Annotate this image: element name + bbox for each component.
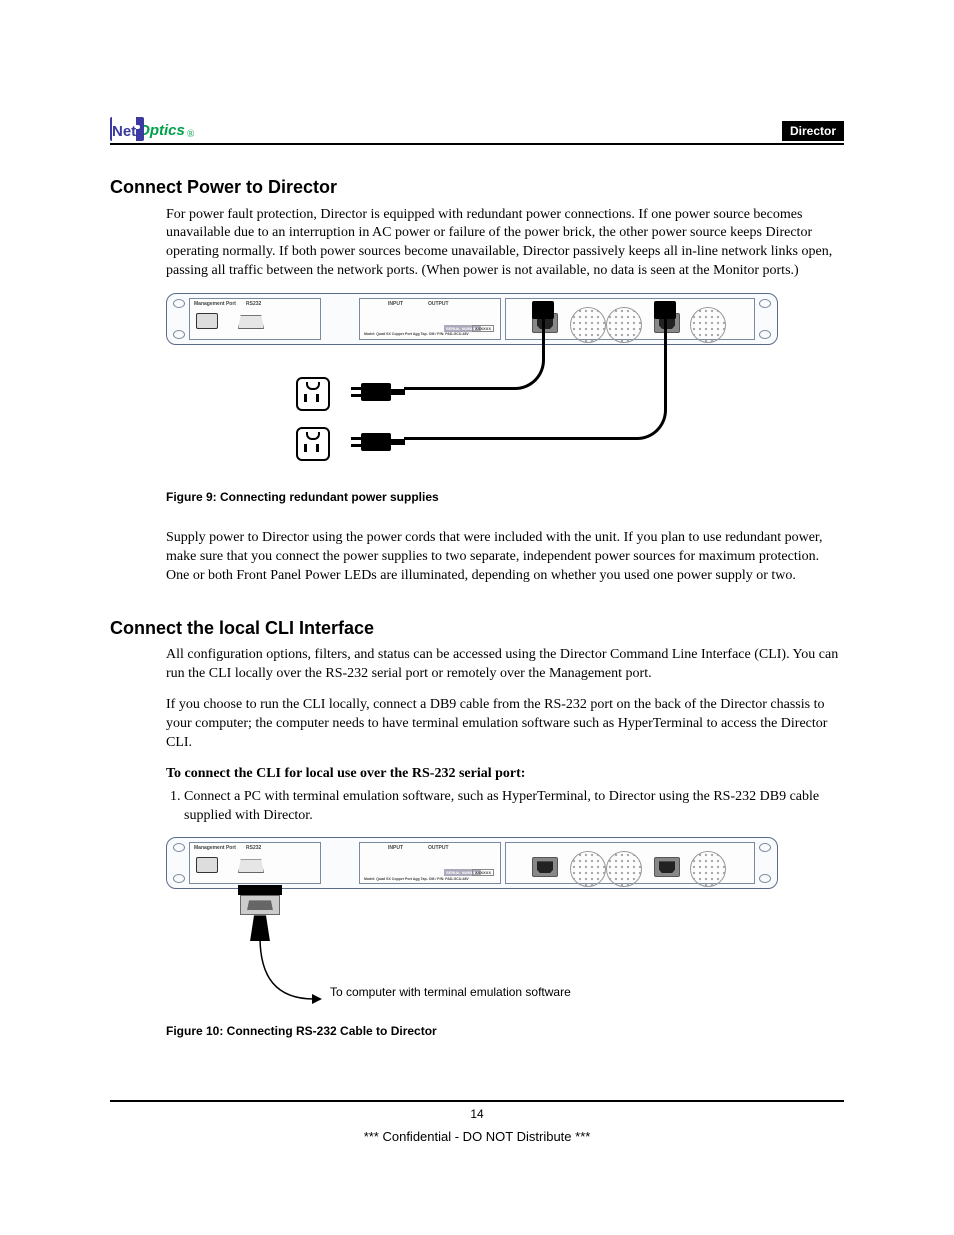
db9-port-icon [238, 315, 264, 329]
label-output: OUTPUT [428, 845, 449, 852]
screw-hole-icon [759, 299, 771, 308]
screw-hole-icon [173, 299, 185, 308]
label-output: OUTPUT [428, 301, 449, 308]
vent-icon [606, 851, 642, 887]
cli-db9-paragraph: If you choose to run the CLI locally, co… [166, 696, 844, 753]
figure-9-caption: Figure 9: Connecting redundant power sup… [166, 489, 844, 505]
vent-icon [690, 307, 726, 343]
logo-text-optics: Optics [138, 121, 185, 141]
wall-outlet-icon [296, 427, 330, 461]
mgmt-panel: Management Port RS232 [189, 298, 321, 340]
vent-icon [570, 851, 606, 887]
label-mgmt: Management Port [194, 301, 236, 308]
screw-hole-icon [759, 843, 771, 852]
product-badge: Director [782, 121, 844, 141]
cli-intro-paragraph: All configuration options, filters, and … [166, 646, 844, 684]
power-cable-icon [404, 319, 667, 440]
power-supply-paragraph: Supply power to Director using the power… [166, 529, 844, 586]
brand-logo: Net Optics ® [110, 110, 194, 141]
cli-step-1: Connect a PC with terminal emulation sof… [184, 788, 844, 826]
label-mgmt: Management Port [194, 845, 236, 852]
arrow-head-icon [312, 994, 322, 1004]
heading-connect-cli: Connect the local CLI Interface [110, 616, 844, 640]
label-rs232: RS232 [246, 301, 261, 308]
terminal-label-text: To computer with terminal emulation soft… [330, 985, 571, 999]
figure-10-chassis: Management Port RS232 INPUT OUTPUT Model… [166, 837, 778, 889]
label-rs232: RS232 [246, 845, 261, 852]
io-panel: INPUT OUTPUT Model: Quad SX Copper Port … [359, 842, 501, 884]
power-inlet-icon [532, 857, 558, 877]
chassis-power-plug-icon [654, 301, 676, 319]
screw-hole-icon [173, 843, 185, 852]
cli-instruction-heading: To connect the CLI for local use over th… [166, 765, 844, 784]
rj45-port-icon [196, 313, 218, 329]
power-panel [505, 842, 755, 884]
screw-hole-icon [173, 330, 185, 339]
db9-port-icon [238, 859, 264, 873]
figure-10-cable: To computer with terminal emulation soft… [166, 893, 776, 1033]
wall-outlet-icon [296, 377, 330, 411]
label-model: Model: Quad SX Copper Port Agg Tap- OM /… [364, 877, 494, 882]
figure-9-cables [166, 349, 776, 479]
db9-connector-icon [238, 885, 282, 941]
cli-steps-list: Connect a PC with terminal emulation sof… [166, 788, 844, 826]
label-input: INPUT [388, 845, 403, 852]
power-inlet-icon [654, 857, 680, 877]
power-plug-icon [361, 383, 391, 401]
vent-icon [690, 851, 726, 887]
power-intro-paragraph: For power fault protection, Director is … [166, 206, 844, 282]
chassis-power-plug-icon [532, 301, 554, 319]
power-plug-icon [361, 433, 391, 451]
screw-hole-icon [759, 330, 771, 339]
cable-curve-icon [256, 937, 316, 1007]
screw-hole-icon [759, 874, 771, 883]
rj45-port-icon [196, 857, 218, 873]
logo-registered-mark: ® [187, 128, 195, 142]
logo-text-net: Net [112, 110, 136, 142]
page-footer: 14 *** Confidential - DO NOT Distribute … [110, 1100, 844, 1146]
mgmt-panel: Management Port RS232 [189, 842, 321, 884]
page-header: Net Optics ® Director [110, 110, 844, 145]
confidential-notice: *** Confidential - DO NOT Distribute *** [110, 1128, 844, 1146]
label-input: INPUT [388, 301, 403, 308]
heading-connect-power: Connect Power to Director [110, 175, 844, 199]
terminal-label: To computer with terminal emulation soft… [330, 985, 571, 1001]
screw-hole-icon [173, 874, 185, 883]
page-number: 14 [110, 1106, 844, 1122]
serial-value: XXXXXX [472, 869, 494, 876]
